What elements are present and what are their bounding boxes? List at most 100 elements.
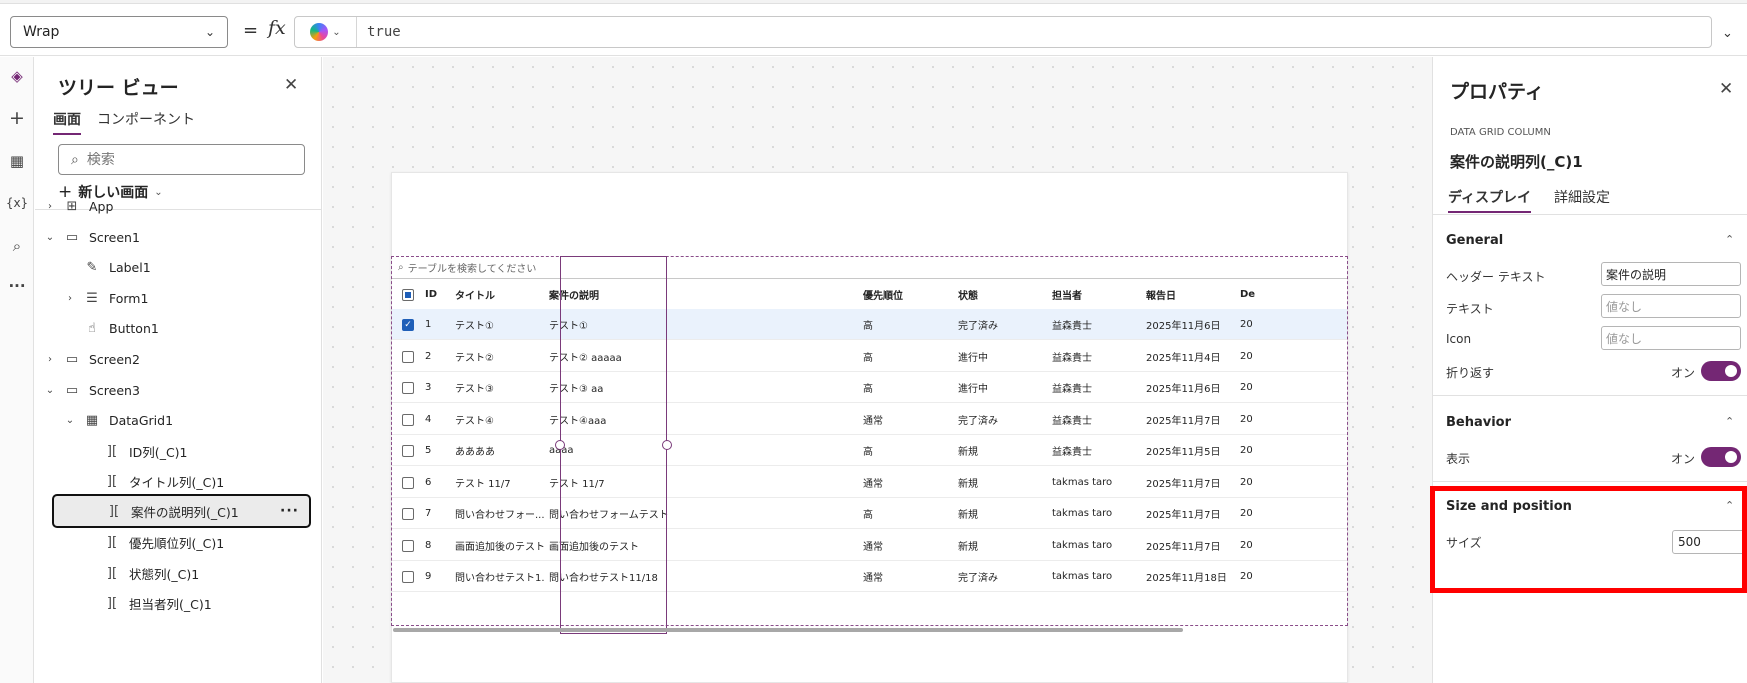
row-checkbox[interactable] xyxy=(402,508,414,520)
plus-icon[interactable]: + xyxy=(6,107,28,129)
horizontal-scrollbar[interactable] xyxy=(393,628,1183,632)
table-icon[interactable]: ▦ xyxy=(6,150,28,172)
selected-column-outline[interactable] xyxy=(560,256,667,634)
table-row[interactable]: 4 テスト④ テスト④aaa 通常 完了済み 益森貴士 2025年11月7日 20 xyxy=(392,404,1347,435)
table-cell: 高 xyxy=(863,447,873,458)
row-checkbox[interactable] xyxy=(402,476,414,489)
column-header[interactable]: De xyxy=(1240,279,1260,310)
tree-item[interactable]: ✎ Label1 xyxy=(63,252,151,282)
tree-item[interactable]: › ☰ Form1 xyxy=(63,283,148,313)
table-cell: 益森貴士 xyxy=(1052,384,1092,395)
data-grid[interactable]: ⌕ テーブルを検索してください ID タイトル 案件の説明 優先順位 状態 担当者 報告日 D… xyxy=(391,256,1348,626)
table-cell: 新規 xyxy=(958,510,978,521)
table-cell: 2025年11月7日 xyxy=(1146,478,1221,490)
section-general-title[interactable]: General xyxy=(1446,233,1503,248)
tree-search-input[interactable] xyxy=(86,151,267,168)
tab-components[interactable]: コンポーネント xyxy=(97,109,195,129)
grid-search-placeholder: テーブルを検索してください xyxy=(407,264,537,275)
row-checkbox[interactable] xyxy=(402,350,414,363)
row-checkbox[interactable]: ✓ xyxy=(402,319,414,331)
table-cell: 20 xyxy=(1240,476,1253,488)
formula-text[interactable]: true xyxy=(357,24,401,40)
wrap-toggle[interactable] xyxy=(1701,361,1741,381)
tree-item[interactable]: ⌄ ▭ Screen3 xyxy=(43,375,140,405)
tab-advanced[interactable]: 詳細設定 xyxy=(1554,187,1610,207)
close-icon[interactable]: ✕ xyxy=(1719,79,1733,99)
formula-bar: Wrap ⌄ = fx ⌄ true ⌄ xyxy=(0,4,1747,56)
row-checkbox[interactable] xyxy=(402,382,414,394)
table-row[interactable]: 3 テスト③ テスト③ aa 高進行中 益森貴士 2025年11月6日 20 xyxy=(392,372,1347,403)
tree-item[interactable]: ][案件の説明列(_C)1 ··· xyxy=(52,494,311,528)
expand-chevron-icon[interactable]: › xyxy=(63,293,77,304)
section-behavior-title[interactable]: Behavior xyxy=(1446,415,1511,430)
tree-search-box[interactable]: ⌕ xyxy=(58,144,305,175)
expand-chevron-icon[interactable]: ⌄ xyxy=(43,232,57,243)
tree-item[interactable]: › ⊞ App xyxy=(43,191,113,221)
table-cell: テスト 11/7 xyxy=(455,478,511,490)
expand-chevron-icon[interactable]: › xyxy=(43,354,57,365)
layers-icon[interactable]: ◈ xyxy=(6,65,28,87)
expand-formula-icon[interactable]: ⌄ xyxy=(1722,26,1733,41)
tree-item[interactable]: ☝ Button1 xyxy=(63,313,159,343)
row-checkbox[interactable] xyxy=(402,571,414,583)
grid-search-bar[interactable]: ⌕ テーブルを検索してください xyxy=(392,257,1347,279)
icon-input[interactable]: 値なし xyxy=(1601,326,1741,350)
variable-icon[interactable]: {x} xyxy=(6,192,28,214)
tree-item[interactable]: ][担当者列(_C)1 xyxy=(83,588,212,618)
table-row[interactable]: 5 ああああ aaaa 高新規 益森貴士 2025年11月5日 20 xyxy=(392,435,1347,466)
tree-item[interactable]: › ▭ Screen2 xyxy=(43,344,140,374)
chevron-up-icon[interactable]: ⌃ xyxy=(1725,415,1734,428)
property-dropdown[interactable]: Wrap ⌄ xyxy=(10,16,228,48)
column-header[interactable]: ID xyxy=(425,279,453,310)
row-checkbox[interactable] xyxy=(402,539,414,552)
search-icon[interactable]: ⌕ xyxy=(6,235,28,257)
column-header[interactable]: 報告日 xyxy=(1146,279,1236,310)
more-options-icon[interactable]: ··· xyxy=(280,503,299,519)
table-cell: 問い合わせフォー... xyxy=(455,510,545,521)
row-checkbox[interactable] xyxy=(402,445,414,457)
tree-item[interactable]: ][状態列(_C)1 xyxy=(83,558,199,588)
divider xyxy=(1433,214,1747,215)
resize-handle-right[interactable] xyxy=(662,440,672,450)
tree-item[interactable]: ][ID列(_C)1 xyxy=(83,436,188,466)
expand-chevron-icon[interactable]: › xyxy=(43,201,57,212)
column-header[interactable]: 担当者 xyxy=(1052,279,1142,310)
table-row[interactable]: 9 問い合わせテスト1... 問い合わせテスト11/18 通常 完了済み takmas t… xyxy=(392,561,1347,592)
form-icon: ☰ xyxy=(86,290,98,306)
tree-item[interactable]: ⌄ ▭ Screen1 xyxy=(43,222,140,252)
tab-screens[interactable]: 画面 xyxy=(53,109,81,135)
tree-item-label: Button1 xyxy=(109,320,159,336)
tree-item[interactable]: ][優先順位列(_C)1 xyxy=(83,527,224,557)
tree-item[interactable]: ⌄ ▦ DataGrid1 xyxy=(63,405,173,435)
column-header[interactable]: タイトル xyxy=(455,279,545,310)
table-row[interactable]: 7 問い合わせフォー... 問い合わせフォームテスト高新規 takmas taro 20… xyxy=(392,498,1347,529)
more-icon[interactable]: ··· xyxy=(6,275,28,297)
table-row[interactable]: ✓ 1 テスト① テスト① 高完了済み 益森貴士 2025年11月6日 20 xyxy=(392,309,1347,340)
table-row[interactable]: 2 テスト② テスト② aaaaa 高進行中 益森貴士 2025年11月4日 20 xyxy=(392,341,1347,372)
expand-chevron-icon[interactable]: ⌄ xyxy=(43,385,57,396)
table-cell: 20 xyxy=(1240,350,1253,362)
row-checkbox[interactable] xyxy=(402,413,414,426)
chevron-up-icon[interactable]: ⌃ xyxy=(1725,233,1734,246)
table-row[interactable]: 6 テスト 11/7 テスト 11/7 通常 新規 takmas taro 2025年11月… xyxy=(392,467,1347,498)
copilot-button[interactable]: ⌄ xyxy=(295,17,357,47)
tab-display[interactable]: ディスプレイ xyxy=(1448,187,1532,213)
column-header[interactable]: 状態 xyxy=(958,279,1048,310)
header-text-input[interactable]: 案件の説明 xyxy=(1601,262,1741,286)
table-cell: takmas taro xyxy=(1052,476,1113,488)
formula-input[interactable]: ⌄ true xyxy=(294,16,1712,48)
visible-toggle[interactable] xyxy=(1701,447,1741,467)
highlight-annotation-box xyxy=(1430,486,1747,593)
table-row[interactable]: 8 画面追加後のテスト 画面追加後のテスト 通常 新規 takmas taro 2025年1… xyxy=(392,530,1347,561)
expand-chevron-icon[interactable]: ⌄ xyxy=(63,415,77,426)
text-input[interactable]: 値なし xyxy=(1601,294,1741,318)
tree-item-label: ID列(_C)1 xyxy=(129,444,188,460)
row-checkbox[interactable] xyxy=(402,289,414,301)
table-cell: 9 xyxy=(425,571,432,582)
close-icon[interactable]: ✕ xyxy=(284,75,298,95)
resize-handle-left[interactable] xyxy=(555,440,565,450)
grid-header-row[interactable]: ID タイトル 案件の説明 優先順位 状態 担当者 報告日 De xyxy=(392,279,1347,310)
column-header[interactable]: 優先順位 xyxy=(863,279,953,310)
table-cell: 高 xyxy=(863,384,873,395)
tree-item[interactable]: ][タイトル列(_C)1 xyxy=(83,466,224,496)
